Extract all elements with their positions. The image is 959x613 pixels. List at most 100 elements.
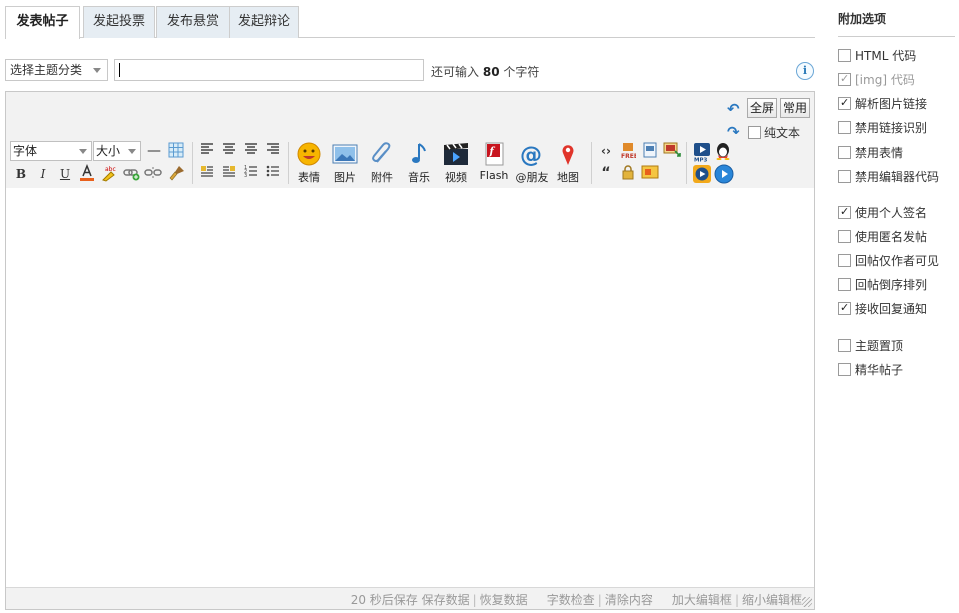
- option-label: [img] 代码: [855, 73, 915, 87]
- fullscreen-button[interactable]: 全屏: [747, 98, 777, 118]
- insert-image-link-icon[interactable]: [663, 142, 681, 160]
- mp3-player-icon[interactable]: MP3: [692, 142, 710, 164]
- tab-new-poll[interactable]: 发起投票: [83, 6, 155, 38]
- char-hint-prefix: 还可输入: [431, 65, 480, 79]
- text-color-icon[interactable]: [78, 163, 96, 182]
- font-family-select[interactable]: 字体: [10, 141, 92, 161]
- insert-video-button[interactable]: 视频: [439, 142, 473, 186]
- page-break-icon[interactable]: [641, 142, 659, 160]
- save-data-link[interactable]: 保存数据: [422, 593, 470, 607]
- option-anonymous-post[interactable]: 使用匿名发帖: [838, 229, 927, 245]
- table-icon[interactable]: [167, 142, 185, 160]
- align-center-icon[interactable]: [242, 142, 260, 160]
- clear-format-icon[interactable]: [168, 164, 186, 182]
- password-post-icon[interactable]: [641, 164, 659, 182]
- option-label: 主题置顶: [855, 339, 904, 353]
- media-player-icon[interactable]: [692, 164, 711, 183]
- underline-icon[interactable]: U: [56, 165, 74, 183]
- option-checkbox[interactable]: [838, 254, 851, 267]
- float-right-icon[interactable]: [220, 164, 238, 182]
- option-checkbox[interactable]: [838, 49, 851, 62]
- tab-new-reward[interactable]: 发布悬赏: [156, 6, 230, 38]
- image-icon: [332, 144, 358, 164]
- insert-music-label: 音乐: [408, 171, 430, 184]
- hide-content-icon[interactable]: [619, 164, 637, 182]
- tab-new-debate[interactable]: 发起辩论: [229, 6, 299, 38]
- option-checkbox[interactable]: [838, 339, 851, 352]
- common-mode-button[interactable]: 常用: [780, 98, 810, 118]
- option-reply-notification[interactable]: 接收回复通知: [838, 300, 928, 317]
- enlarge-editor-link[interactable]: 加大编辑框: [672, 593, 732, 607]
- option-disable-emoticons[interactable]: 禁用表情: [838, 145, 903, 161]
- option-checkbox[interactable]: [838, 121, 851, 134]
- insert-map-button[interactable]: 地图: [551, 142, 585, 186]
- option-html-code[interactable]: HTML 代码: [838, 48, 916, 64]
- plain-text-checkbox[interactable]: [748, 126, 761, 139]
- insert-music-button[interactable]: 音乐: [402, 142, 436, 186]
- resize-grip-icon[interactable]: [802, 597, 812, 607]
- plain-text-label: 纯文本: [764, 126, 801, 140]
- insert-image-button[interactable]: 图片: [328, 142, 362, 186]
- category-select-value: 选择主题分类: [10, 63, 83, 77]
- tab-new-thread[interactable]: 发表帖子: [5, 6, 80, 39]
- option-checkbox[interactable]: [838, 363, 851, 376]
- code-icon[interactable]: ‹›: [597, 142, 615, 160]
- insert-attachment-button[interactable]: 附件: [365, 142, 399, 186]
- option-checkbox[interactable]: [838, 95, 851, 111]
- word-check-link[interactable]: 字数检查: [547, 593, 595, 607]
- free-content-icon[interactable]: FREE: [619, 142, 638, 160]
- float-left-icon[interactable]: [198, 164, 216, 182]
- option-digest-post[interactable]: 精华帖子: [838, 362, 903, 378]
- editor-content-area[interactable]: [6, 188, 814, 587]
- clear-content-link[interactable]: 清除内容: [605, 593, 653, 607]
- option-checkbox[interactable]: [838, 204, 851, 220]
- insert-image-label: 图片: [334, 171, 356, 184]
- insert-map-label: 地图: [557, 171, 579, 184]
- option-disable-link-detect[interactable]: 禁用链接识别: [838, 120, 927, 136]
- remove-link-icon[interactable]: [144, 164, 162, 182]
- option-checkbox[interactable]: [838, 300, 851, 316]
- redo-icon[interactable]: ↷: [727, 125, 745, 140]
- ordered-list-icon[interactable]: 123: [242, 164, 260, 182]
- option-checkbox[interactable]: [838, 146, 851, 159]
- info-icon[interactable]: i: [796, 62, 814, 80]
- option-sticky-thread[interactable]: 主题置顶: [838, 338, 903, 354]
- highlight-icon[interactable]: abc: [100, 164, 118, 182]
- insert-video-label: 视频: [445, 171, 467, 184]
- unordered-list-icon[interactable]: [264, 164, 282, 182]
- align-left-icon[interactable]: [198, 142, 216, 160]
- play-video-icon[interactable]: [714, 164, 734, 184]
- horizontal-rule-icon[interactable]: —: [145, 142, 163, 160]
- option-checkbox[interactable]: [838, 170, 851, 183]
- qq-icon[interactable]: [714, 142, 732, 160]
- option-label: 接收回复通知: [855, 302, 928, 316]
- subject-input[interactable]: [114, 59, 424, 81]
- shrink-editor-link[interactable]: 缩小编辑框: [742, 593, 802, 607]
- option-use-signature[interactable]: 使用个人签名: [838, 204, 927, 221]
- option-checkbox[interactable]: [838, 230, 851, 243]
- insert-link-icon[interactable]: [122, 164, 140, 182]
- font-size-select[interactable]: 大小: [93, 141, 141, 161]
- svg-text:3: 3: [244, 173, 247, 178]
- bold-icon[interactable]: B: [12, 165, 30, 183]
- option-disable-editor-code[interactable]: 禁用编辑器代码: [838, 169, 939, 185]
- insert-emoticon-button[interactable]: 表情: [292, 142, 326, 186]
- option-reverse-replies[interactable]: 回帖倒序排列: [838, 277, 927, 293]
- italic-icon[interactable]: I: [34, 165, 52, 183]
- option-replies-author-only[interactable]: 回帖仅作者可见: [838, 253, 939, 269]
- align-right-icon[interactable]: [264, 142, 282, 160]
- quote-icon[interactable]: “: [597, 164, 615, 182]
- option-checkbox[interactable]: [838, 278, 851, 291]
- toolbar-separator: [288, 142, 289, 184]
- restore-data-link[interactable]: 恢复数据: [480, 593, 528, 607]
- editor-toolbar: ↶ 全屏 常用 ↷ 纯文本 字体 大小 — B I U abc 1 2 3 表情…: [6, 92, 814, 188]
- toolbar-separator: [686, 142, 687, 184]
- undo-icon[interactable]: ↶: [727, 102, 745, 117]
- mention-friend-button[interactable]: @ @朋友: [513, 142, 551, 186]
- autosave-countdown: 20 秒后保存: [350, 593, 418, 607]
- align-justify-icon[interactable]: [220, 142, 238, 160]
- category-select[interactable]: 选择主题分类: [5, 59, 108, 81]
- insert-flash-button[interactable]: f Flash: [477, 142, 511, 186]
- option-parse-image-links[interactable]: 解析图片链接: [838, 95, 927, 112]
- insert-flash-label: Flash: [479, 169, 509, 182]
